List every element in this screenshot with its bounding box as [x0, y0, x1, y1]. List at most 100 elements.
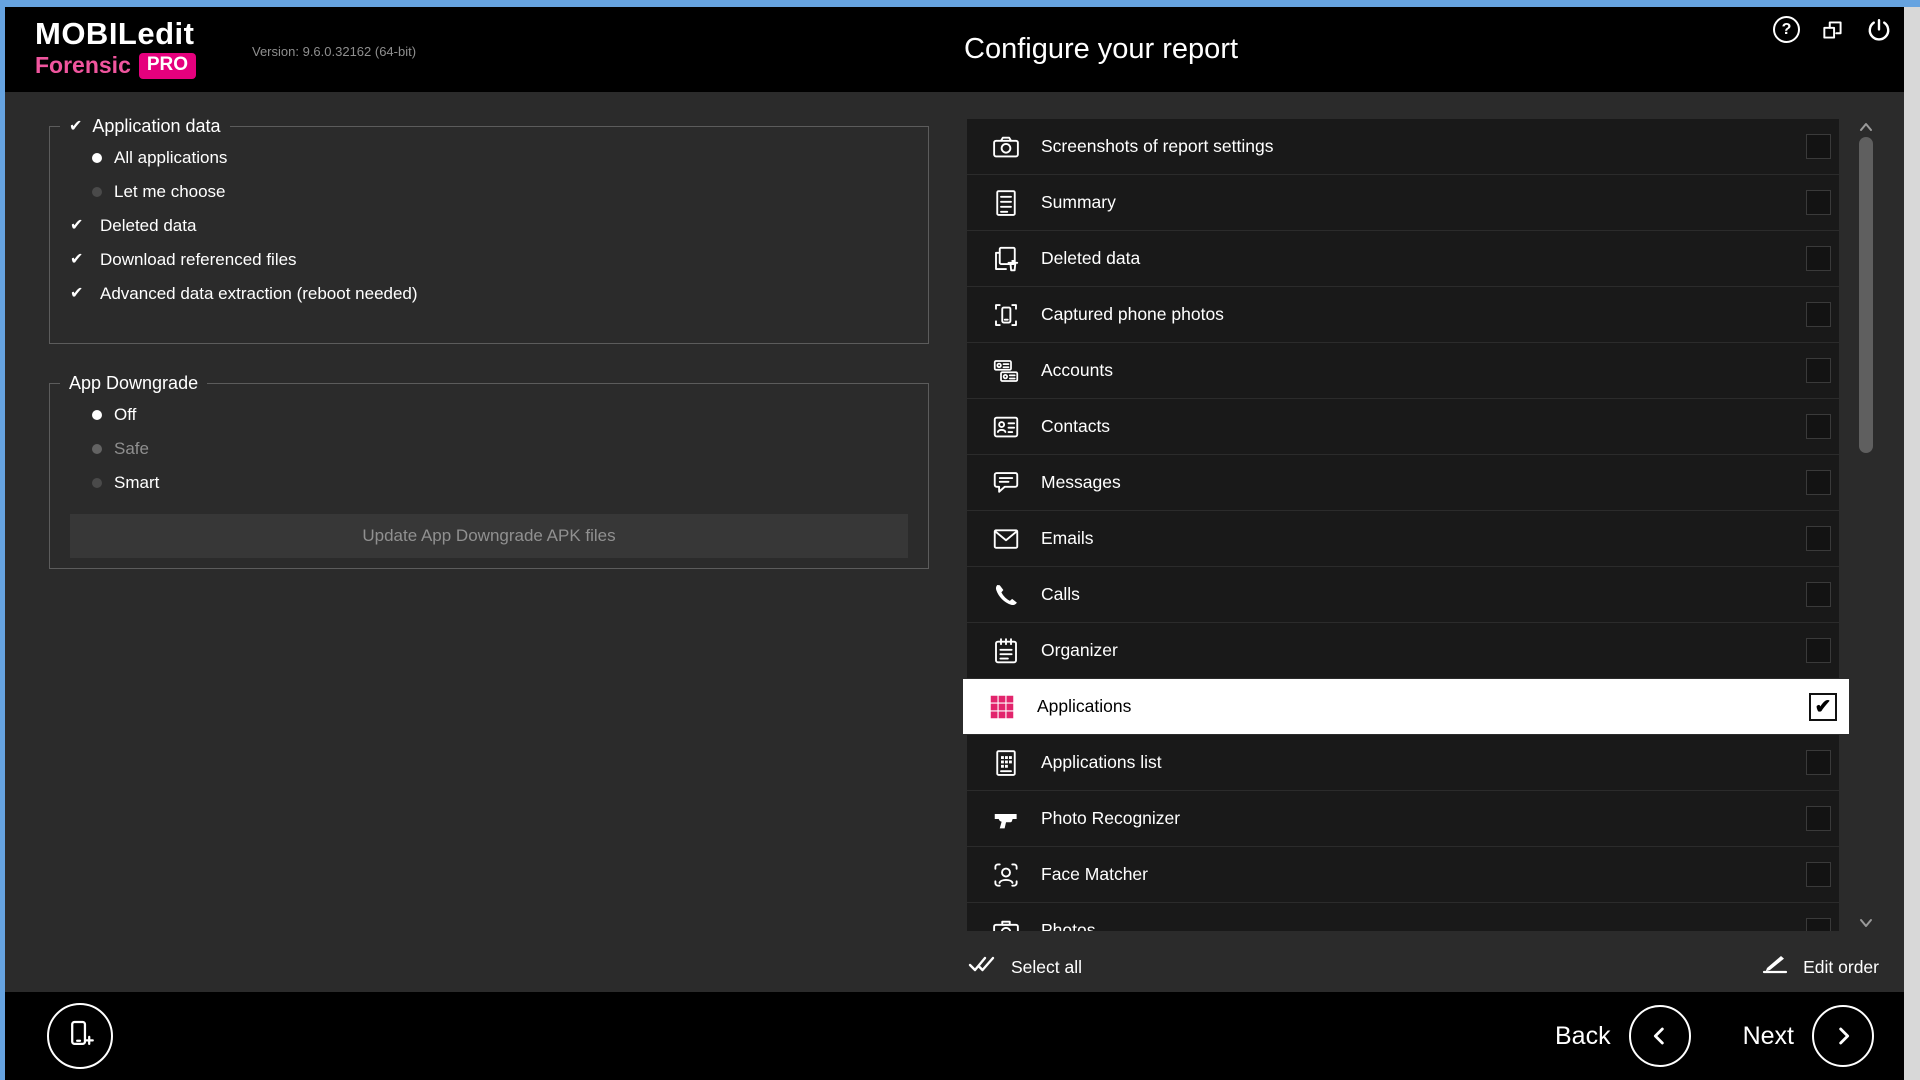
report-item-checkbox[interactable] [1806, 134, 1831, 159]
report-item-checkbox[interactable] [1806, 750, 1831, 775]
report-item-label: Captured phone photos [1041, 304, 1224, 325]
report-item-row[interactable]: Emails [967, 511, 1839, 566]
select-all-button[interactable]: Select all [967, 952, 1082, 983]
checkbox-download-referenced-files-label: Download referenced files [100, 250, 297, 270]
applications-list-icon [989, 746, 1023, 780]
logo-mobiledit: MOBILedit [35, 18, 196, 49]
report-item-checkbox[interactable] [1806, 918, 1831, 931]
radio-downgrade-safe[interactable]: Safe [92, 432, 928, 466]
report-item-row[interactable]: Contacts [967, 399, 1839, 454]
report-item-row[interactable]: Captured phone photos [967, 287, 1839, 342]
report-item-label: Face Matcher [1041, 864, 1148, 885]
radio-downgrade-smart-label: Smart [114, 473, 159, 493]
report-item-label: Summary [1041, 192, 1116, 213]
report-item-checkbox[interactable] [1806, 358, 1831, 383]
scrollbar-thumb[interactable] [1859, 137, 1873, 453]
power-icon[interactable] [1866, 17, 1892, 43]
radio-let-me-choose[interactable]: Let me choose [92, 175, 928, 209]
report-item-label: Organizer [1041, 640, 1118, 661]
radio-disabled-icon [92, 444, 102, 454]
report-item-row[interactable]: Messages [967, 455, 1839, 510]
report-item-label: Contacts [1041, 416, 1110, 437]
add-phone-button[interactable] [47, 1003, 113, 1069]
header-bar: MOBILedit Forensic PRO Version: 9.6.0.32… [5, 7, 1904, 92]
pro-badge: PRO [139, 53, 196, 79]
back-label[interactable]: Back [1555, 1022, 1611, 1051]
app-downgrade-group: App Downgrade Off Safe Smart Update App … [49, 373, 929, 569]
report-item-checkbox-checked[interactable]: ✔ [1809, 693, 1837, 721]
radio-all-applications[interactable]: All applications [92, 141, 928, 175]
help-icon[interactable]: ? [1773, 16, 1800, 43]
back-button[interactable] [1629, 1005, 1691, 1067]
radio-selected-icon [92, 153, 102, 163]
radio-let-me-choose-label: Let me choose [114, 182, 226, 202]
report-item-row[interactable]: Organizer [967, 623, 1839, 678]
content-area: ✔ Application data All applications Let … [5, 92, 1904, 992]
update-apk-files-button[interactable]: Update App Downgrade APK files [70, 514, 908, 558]
report-item-row[interactable]: Face Matcher [967, 847, 1839, 902]
report-item-label: Screenshots of report settings [1041, 136, 1273, 157]
report-item-label: Calls [1041, 584, 1080, 605]
report-item-label: Photos [1041, 920, 1095, 931]
report-item-checkbox[interactable] [1806, 862, 1831, 887]
logo-forensic: Forensic [35, 54, 131, 77]
calls-icon [989, 578, 1023, 612]
app-logo: MOBILedit Forensic PRO [35, 18, 196, 79]
report-item-label: Deleted data [1041, 248, 1140, 269]
deleted-data-icon [989, 242, 1023, 276]
radio-downgrade-off[interactable]: Off [92, 398, 928, 432]
version-label: Version: 9.6.0.32162 (64-bit) [252, 44, 416, 59]
report-item-checkbox[interactable] [1806, 246, 1831, 271]
checkbox-advanced-data-extraction-label: Advanced data extraction (reboot needed) [100, 284, 418, 304]
report-item-row[interactable]: Photos [967, 903, 1839, 931]
summary-document-icon [989, 186, 1023, 220]
applications-grid-icon [985, 690, 1019, 724]
radio-all-applications-label: All applications [114, 148, 227, 168]
report-item-label: Emails [1041, 528, 1094, 549]
next-label[interactable]: Next [1743, 1022, 1794, 1051]
report-item-checkbox[interactable] [1806, 526, 1831, 551]
report-item-checkbox[interactable] [1806, 806, 1831, 831]
checkbox-checked-icon: ✔ [70, 252, 88, 268]
checkbox-download-referenced-files[interactable]: ✔ Download referenced files [70, 243, 928, 277]
report-item-checkbox[interactable] [1806, 190, 1831, 215]
report-item-row[interactable]: Accounts [967, 343, 1839, 398]
report-item-row[interactable]: Screenshots of report settings [967, 119, 1839, 174]
report-item-checkbox[interactable] [1806, 302, 1831, 327]
edit-order-button[interactable]: Edit order [1761, 952, 1879, 983]
checkbox-advanced-data-extraction[interactable]: ✔ Advanced data extraction (reboot neede… [70, 277, 928, 311]
report-item-label: Applications list [1041, 752, 1162, 773]
list-scrollbar[interactable] [1857, 119, 1875, 931]
report-item-row[interactable]: Calls [967, 567, 1839, 622]
report-item-checkbox[interactable] [1806, 470, 1831, 495]
edit-order-label: Edit order [1803, 957, 1879, 978]
select-all-icon [967, 952, 997, 983]
phone-add-icon [63, 1017, 97, 1056]
checkbox-checked-icon[interactable]: ✔ [69, 119, 82, 135]
accounts-icon [989, 354, 1023, 388]
scroll-down-icon[interactable] [1857, 915, 1875, 931]
report-item-label: Messages [1041, 472, 1121, 493]
face-matcher-icon [989, 858, 1023, 892]
scroll-up-icon[interactable] [1857, 119, 1875, 135]
report-item-row-selected[interactable]: Applications ✔ [963, 679, 1849, 734]
report-item-row[interactable]: Summary [967, 175, 1839, 230]
messages-icon [989, 466, 1023, 500]
next-button[interactable] [1812, 1005, 1874, 1067]
report-item-row[interactable]: Photo Recognizer [967, 791, 1839, 846]
report-item-checkbox[interactable] [1806, 638, 1831, 663]
window-border-left [0, 0, 5, 1080]
report-item-row[interactable]: Deleted data [967, 231, 1839, 286]
radio-downgrade-smart[interactable]: Smart [92, 466, 928, 500]
application-data-group: ✔ Application data All applications Let … [49, 116, 929, 344]
checkbox-deleted-data[interactable]: ✔ Deleted data [70, 209, 928, 243]
checkbox-checked-icon: ✔ [70, 218, 88, 234]
report-items-list: Screenshots of report settings Summary [963, 119, 1849, 931]
report-item-checkbox[interactable] [1806, 414, 1831, 439]
bottom-bar: Back Next [5, 992, 1904, 1080]
report-item-label: Applications [1037, 696, 1131, 717]
dock-window-icon[interactable] [1820, 17, 1846, 43]
report-item-label: Accounts [1041, 360, 1113, 381]
report-item-checkbox[interactable] [1806, 582, 1831, 607]
report-item-row[interactable]: Applications list [967, 735, 1839, 790]
